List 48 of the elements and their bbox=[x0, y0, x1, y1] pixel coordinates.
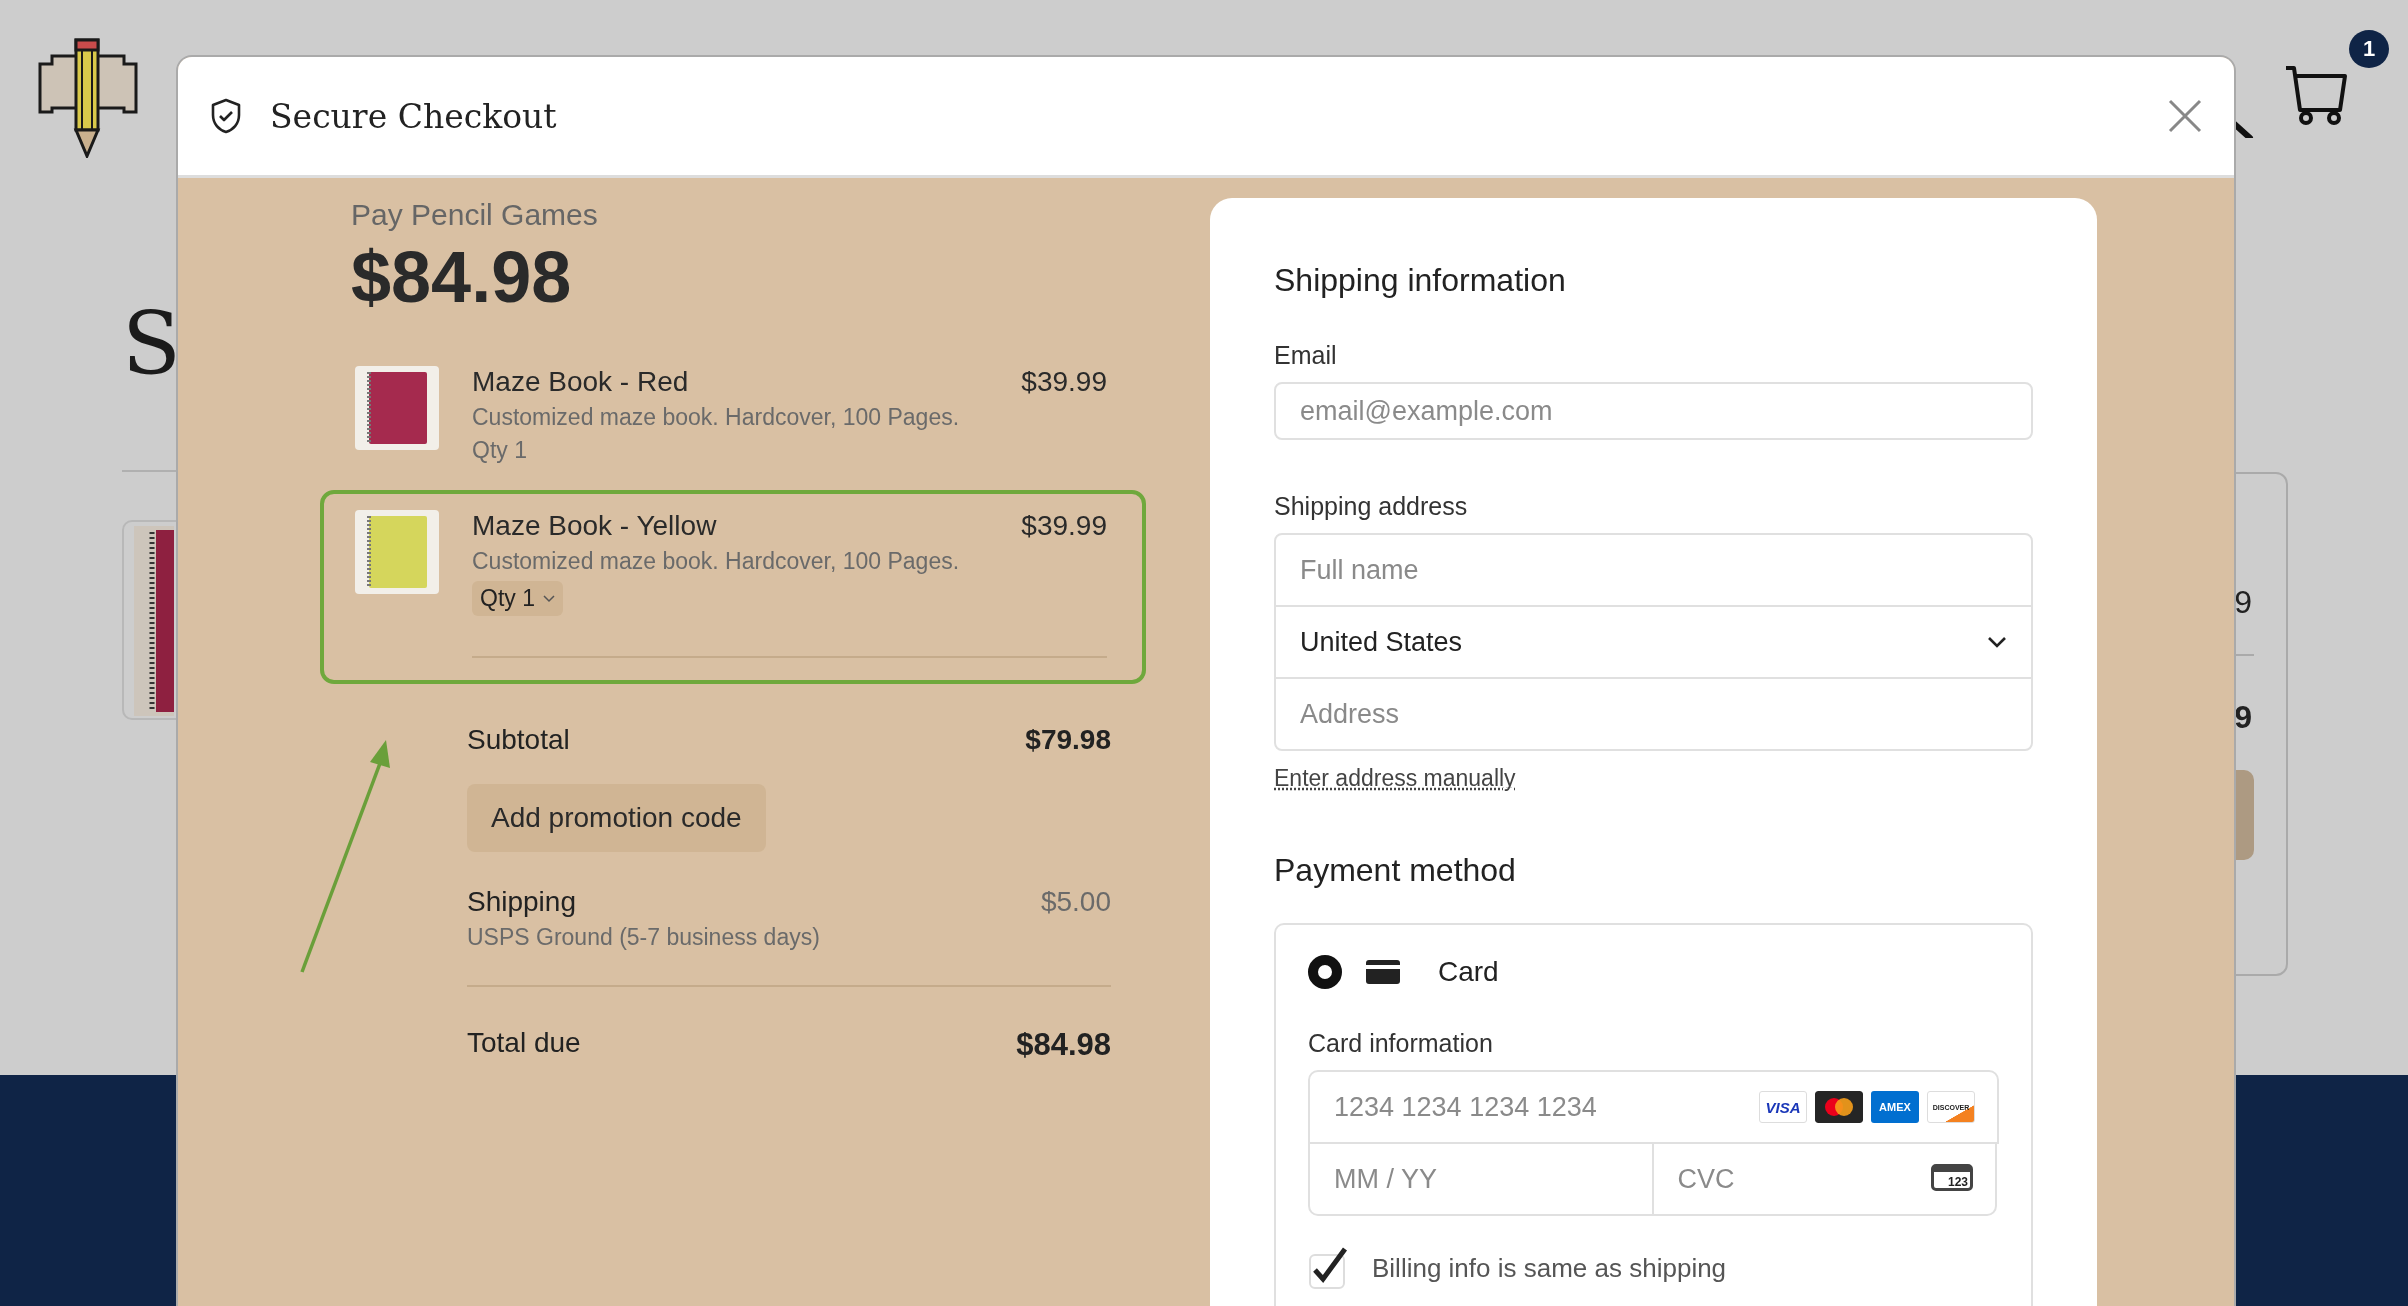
cart-count-badge: 1 bbox=[2349, 30, 2389, 68]
checkbox[interactable] bbox=[1308, 1246, 1348, 1291]
item-description: Customized maze book. Hardcover, 100 Pages. bbox=[472, 404, 961, 431]
item-name: Maze Book - Yellow bbox=[472, 510, 717, 542]
cart-icon[interactable] bbox=[2284, 64, 2348, 126]
price-text: 9 bbox=[2234, 699, 2252, 736]
add-promotion-code-button[interactable]: Add promotion code bbox=[467, 784, 766, 852]
quantity-dropdown[interactable]: Qty 1 bbox=[472, 581, 563, 616]
total-value: $84.98 bbox=[1016, 1027, 1111, 1063]
item-price: $39.99 bbox=[1021, 510, 1107, 542]
field-label: Card information bbox=[1308, 1029, 1494, 1059]
subtotal-label: Subtotal bbox=[467, 724, 570, 756]
item-description: Customized maze book. Hardcover, 100 Pages. bbox=[472, 548, 961, 575]
mastercard-logo-icon bbox=[1815, 1091, 1863, 1124]
total-amount: $84.98 bbox=[351, 236, 573, 318]
address-field[interactable]: Address bbox=[1274, 677, 2033, 752]
shipping-label: Shipping bbox=[467, 886, 577, 918]
merchant-name: Pay Pencil Games bbox=[351, 198, 599, 232]
chevron-down-icon bbox=[1987, 636, 2007, 649]
item-price: $39.99 bbox=[1021, 366, 1107, 398]
email-field[interactable]: email@example.com bbox=[1274, 382, 2033, 441]
shield-check-icon bbox=[210, 98, 242, 134]
section-title: Shipping information bbox=[1274, 262, 1567, 299]
enter-address-manually-link[interactable]: Enter address manually bbox=[1274, 765, 1516, 793]
price-text: 9 bbox=[2234, 584, 2252, 621]
quantity-text: Qty 1 bbox=[472, 437, 527, 464]
full-name-field[interactable]: Full name bbox=[1274, 533, 2033, 608]
amex-logo-icon: AMEX bbox=[1871, 1091, 1919, 1124]
field-label: Email bbox=[1274, 341, 1338, 370]
checkbox-label: Billing info is same as shipping bbox=[1372, 1253, 1727, 1284]
dialog-title: Secure Checkout bbox=[270, 96, 558, 136]
caret-icon bbox=[542, 594, 555, 603]
card-icon bbox=[1366, 960, 1400, 985]
shipping-value: $5.00 bbox=[1040, 886, 1111, 918]
radio-button[interactable] bbox=[1308, 955, 1342, 990]
total-label: Total due bbox=[467, 1027, 581, 1059]
payment-method-label: Card bbox=[1438, 956, 1499, 989]
visa-logo-icon: VISA bbox=[1759, 1091, 1807, 1124]
country-select[interactable]: United States bbox=[1274, 605, 2033, 680]
field-label: Shipping address bbox=[1274, 492, 1469, 522]
item-name: Maze Book - Red bbox=[472, 366, 689, 398]
page-heading: S bbox=[122, 300, 181, 386]
cvc-card-icon: 123 bbox=[1930, 1164, 1973, 1192]
close-icon[interactable] bbox=[2168, 99, 2202, 133]
subtotal-value: $79.98 bbox=[1025, 724, 1111, 756]
shipping-method: USPS Ground (5-7 business days) bbox=[467, 924, 820, 951]
section-title: Payment method bbox=[1274, 852, 1517, 890]
expiry-field[interactable]: MM / YY bbox=[1308, 1142, 1654, 1217]
